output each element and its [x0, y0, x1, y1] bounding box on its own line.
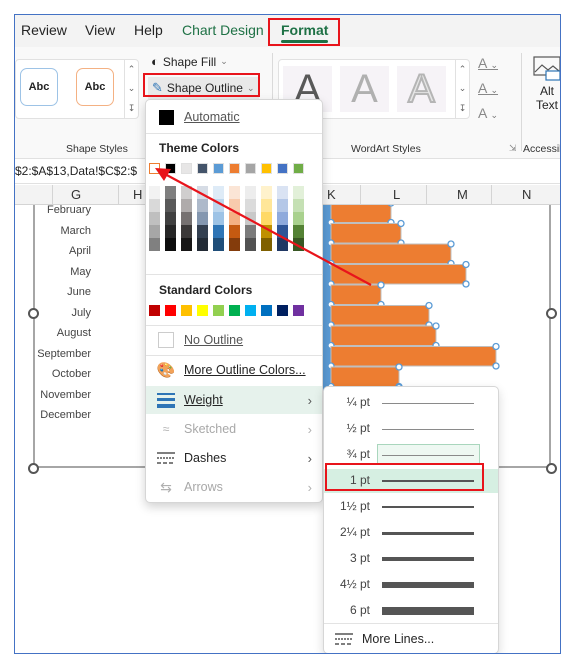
excel-window: Review View Help Chart Design Format Abc… — [14, 14, 561, 654]
annotation-arrow — [155, 168, 372, 286]
